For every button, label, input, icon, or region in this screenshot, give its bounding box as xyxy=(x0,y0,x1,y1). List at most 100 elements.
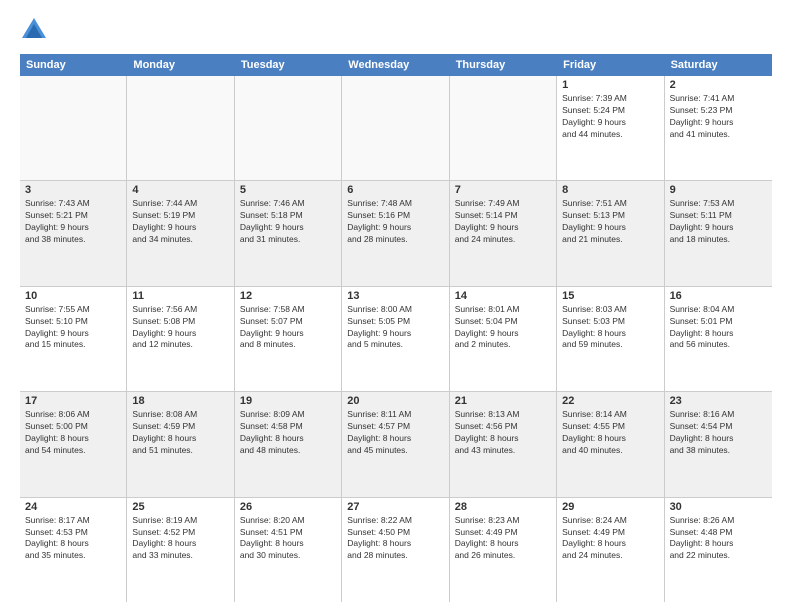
day-info: Sunrise: 8:03 AMSunset: 5:03 PMDaylight:… xyxy=(562,304,658,352)
header-day-monday: Monday xyxy=(127,54,234,76)
cal-cell-3: 3 Sunrise: 7:43 AMSunset: 5:21 PMDaylight… xyxy=(20,181,127,285)
day-number: 6 xyxy=(347,184,443,196)
day-info: Sunrise: 8:14 AMSunset: 4:55 PMDaylight:… xyxy=(562,409,658,457)
day-number: 18 xyxy=(132,395,228,407)
day-number: 29 xyxy=(562,501,658,513)
day-info: Sunrise: 8:17 AMSunset: 4:53 PMDaylight:… xyxy=(25,515,121,563)
day-number: 9 xyxy=(670,184,767,196)
day-info: Sunrise: 8:23 AMSunset: 4:49 PMDaylight:… xyxy=(455,515,551,563)
header-day-tuesday: Tuesday xyxy=(235,54,342,76)
day-number: 5 xyxy=(240,184,336,196)
day-info: Sunrise: 8:06 AMSunset: 5:00 PMDaylight:… xyxy=(25,409,121,457)
day-number: 15 xyxy=(562,290,658,302)
day-number: 23 xyxy=(670,395,767,407)
day-info: Sunrise: 8:26 AMSunset: 4:48 PMDaylight:… xyxy=(670,515,767,563)
day-info: Sunrise: 8:04 AMSunset: 5:01 PMDaylight:… xyxy=(670,304,767,352)
cal-cell-8: 8 Sunrise: 7:51 AMSunset: 5:13 PMDaylight… xyxy=(557,181,664,285)
calendar-row-2: 10Sunrise: 7:55 AMSunset: 5:10 PMDayligh… xyxy=(20,287,772,392)
logo xyxy=(20,16,52,44)
cal-cell-26: 26Sunrise: 8:20 AMSunset: 4:51 PMDayligh… xyxy=(235,498,342,602)
cal-cell-22: 22 Sunrise: 8:14 AMSunset: 4:55 PMDayligh… xyxy=(557,392,664,496)
day-number: 21 xyxy=(455,395,551,407)
cal-cell-29: 29 Sunrise: 8:24 AMSunset: 4:49 PMDayligh… xyxy=(557,498,664,602)
header-day-friday: Friday xyxy=(557,54,664,76)
day-info: Sunrise: 7:39 AMSunset: 5:24 PMDaylight:… xyxy=(562,93,658,141)
cal-cell-5: 5 Sunrise: 7:46 AMSunset: 5:18 PMDaylight… xyxy=(235,181,342,285)
calendar-row-0: 1Sunrise: 7:39 AMSunset: 5:24 PMDaylight… xyxy=(20,76,772,181)
cal-cell-16: 16 Sunrise: 8:04 AMSunset: 5:01 PMDayligh… xyxy=(665,287,772,391)
day-number: 13 xyxy=(347,290,443,302)
cal-cell-12: 12 Sunrise: 7:58 AMSunset: 5:07 PMDayligh… xyxy=(235,287,342,391)
cal-cell-13: 13 Sunrise: 8:00 AMSunset: 5:05 PMDayligh… xyxy=(342,287,449,391)
cal-cell-10: 10Sunrise: 7:55 AMSunset: 5:10 PMDayligh… xyxy=(20,287,127,391)
day-info: Sunrise: 8:22 AMSunset: 4:50 PMDaylight:… xyxy=(347,515,443,563)
day-number: 12 xyxy=(240,290,336,302)
day-info: Sunrise: 7:56 AMSunset: 5:08 PMDaylight:… xyxy=(132,304,228,352)
cal-cell-20: 20Sunrise: 8:11 AMSunset: 4:57 PMDayligh… xyxy=(342,392,449,496)
cal-cell-2: 2 Sunrise: 7:41 AMSunset: 5:23 PMDaylight… xyxy=(665,76,772,180)
header xyxy=(20,16,772,44)
day-number: 2 xyxy=(670,79,767,91)
cal-cell-empty-0-0 xyxy=(20,76,127,180)
cal-cell-6: 6 Sunrise: 7:48 AMSunset: 5:16 PMDaylight… xyxy=(342,181,449,285)
day-number: 10 xyxy=(25,290,121,302)
day-number: 27 xyxy=(347,501,443,513)
day-info: Sunrise: 8:24 AMSunset: 4:49 PMDaylight:… xyxy=(562,515,658,563)
day-number: 16 xyxy=(670,290,767,302)
cal-cell-21: 21Sunrise: 8:13 AMSunset: 4:56 PMDayligh… xyxy=(450,392,557,496)
header-day-thursday: Thursday xyxy=(450,54,557,76)
day-info: Sunrise: 7:49 AMSunset: 5:14 PMDaylight:… xyxy=(455,198,551,246)
day-info: Sunrise: 7:51 AMSunset: 5:13 PMDaylight:… xyxy=(562,198,658,246)
cal-cell-27: 27 Sunrise: 8:22 AMSunset: 4:50 PMDayligh… xyxy=(342,498,449,602)
cal-cell-24: 24 Sunrise: 8:17 AMSunset: 4:53 PMDayligh… xyxy=(20,498,127,602)
day-number: 24 xyxy=(25,501,121,513)
cal-cell-30: 30 Sunrise: 8:26 AMSunset: 4:48 PMDayligh… xyxy=(665,498,772,602)
day-number: 28 xyxy=(455,501,551,513)
day-number: 14 xyxy=(455,290,551,302)
cal-cell-14: 14Sunrise: 8:01 AMSunset: 5:04 PMDayligh… xyxy=(450,287,557,391)
cal-cell-17: 17 Sunrise: 8:06 AMSunset: 5:00 PMDayligh… xyxy=(20,392,127,496)
cal-cell-23: 23 Sunrise: 8:16 AMSunset: 4:54 PMDayligh… xyxy=(665,392,772,496)
cal-cell-1: 1Sunrise: 7:39 AMSunset: 5:24 PMDaylight… xyxy=(557,76,664,180)
cal-cell-28: 28 Sunrise: 8:23 AMSunset: 4:49 PMDayligh… xyxy=(450,498,557,602)
day-info: Sunrise: 7:48 AMSunset: 5:16 PMDaylight:… xyxy=(347,198,443,246)
day-info: Sunrise: 8:11 AMSunset: 4:57 PMDaylight:… xyxy=(347,409,443,457)
calendar-row-3: 17 Sunrise: 8:06 AMSunset: 5:00 PMDayligh… xyxy=(20,392,772,497)
day-number: 3 xyxy=(25,184,121,196)
cal-cell-empty-0-1 xyxy=(127,76,234,180)
page: SundayMondayTuesdayWednesdayThursdayFrid… xyxy=(0,0,792,612)
cal-cell-18: 18 Sunrise: 8:08 AMSunset: 4:59 PMDayligh… xyxy=(127,392,234,496)
day-info: Sunrise: 7:46 AMSunset: 5:18 PMDaylight:… xyxy=(240,198,336,246)
calendar-header: SundayMondayTuesdayWednesdayThursdayFrid… xyxy=(20,54,772,76)
day-number: 26 xyxy=(240,501,336,513)
day-number: 19 xyxy=(240,395,336,407)
cal-cell-empty-0-3 xyxy=(342,76,449,180)
day-number: 25 xyxy=(132,501,228,513)
day-number: 22 xyxy=(562,395,658,407)
logo-icon xyxy=(20,16,48,44)
day-number: 17 xyxy=(25,395,121,407)
day-info: Sunrise: 7:43 AMSunset: 5:21 PMDaylight:… xyxy=(25,198,121,246)
cal-cell-25: 25 Sunrise: 8:19 AMSunset: 4:52 PMDayligh… xyxy=(127,498,234,602)
calendar: SundayMondayTuesdayWednesdayThursdayFrid… xyxy=(20,54,772,602)
day-info: Sunrise: 8:19 AMSunset: 4:52 PMDaylight:… xyxy=(132,515,228,563)
day-info: Sunrise: 8:00 AMSunset: 5:05 PMDaylight:… xyxy=(347,304,443,352)
day-number: 30 xyxy=(670,501,767,513)
calendar-body: 1Sunrise: 7:39 AMSunset: 5:24 PMDaylight… xyxy=(20,76,772,602)
header-day-wednesday: Wednesday xyxy=(342,54,449,76)
cal-cell-15: 15 Sunrise: 8:03 AMSunset: 5:03 PMDayligh… xyxy=(557,287,664,391)
day-info: Sunrise: 7:41 AMSunset: 5:23 PMDaylight:… xyxy=(670,93,767,141)
cal-cell-7: 7Sunrise: 7:49 AMSunset: 5:14 PMDaylight… xyxy=(450,181,557,285)
day-number: 4 xyxy=(132,184,228,196)
day-info: Sunrise: 7:58 AMSunset: 5:07 PMDaylight:… xyxy=(240,304,336,352)
day-info: Sunrise: 8:08 AMSunset: 4:59 PMDaylight:… xyxy=(132,409,228,457)
cal-cell-11: 11 Sunrise: 7:56 AMSunset: 5:08 PMDayligh… xyxy=(127,287,234,391)
day-info: Sunrise: 8:09 AMSunset: 4:58 PMDaylight:… xyxy=(240,409,336,457)
cal-cell-9: 9Sunrise: 7:53 AMSunset: 5:11 PMDaylight… xyxy=(665,181,772,285)
cal-cell-19: 19 Sunrise: 8:09 AMSunset: 4:58 PMDayligh… xyxy=(235,392,342,496)
day-info: Sunrise: 7:44 AMSunset: 5:19 PMDaylight:… xyxy=(132,198,228,246)
day-number: 8 xyxy=(562,184,658,196)
day-info: Sunrise: 8:16 AMSunset: 4:54 PMDaylight:… xyxy=(670,409,767,457)
cal-cell-empty-0-4 xyxy=(450,76,557,180)
day-number: 11 xyxy=(132,290,228,302)
